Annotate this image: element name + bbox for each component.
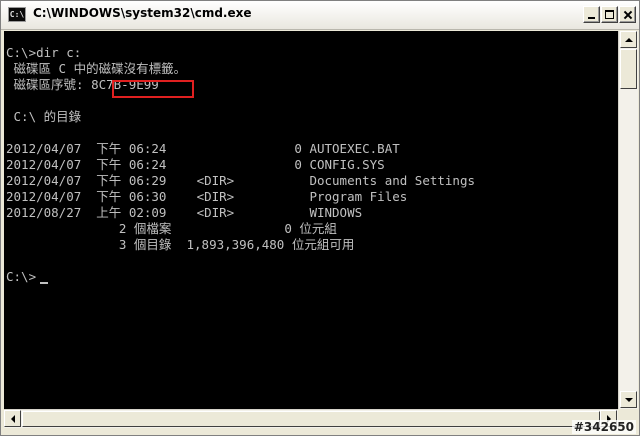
arrow-left-icon	[7, 415, 15, 423]
scroll-left-button[interactable]	[4, 410, 21, 427]
title-bar[interactable]: C:\ C:\WINDOWS\system32\cmd.exe	[1, 1, 639, 30]
minimize-button[interactable]	[583, 6, 600, 23]
console-line: C:\>dir c:	[6, 45, 82, 60]
watermark-label: #342650	[571, 420, 636, 434]
console-line: 磁碟區 C 中的磁碟沒有標籤。	[6, 61, 187, 76]
arrow-down-icon	[625, 398, 633, 406]
scroll-down-button[interactable]	[620, 391, 637, 408]
console-line: 2012/08/27 上午 02:09 <DIR> WINDOWS	[6, 205, 363, 220]
console-line: 2 個檔案 0 位元組	[6, 221, 337, 236]
serial-highlight-box	[112, 80, 194, 98]
window-title: C:\WINDOWS\system32\cmd.exe	[33, 6, 252, 20]
vertical-scroll-thumb[interactable]	[620, 49, 637, 89]
maximize-button[interactable]	[601, 6, 618, 23]
arrow-up-icon	[625, 34, 633, 42]
console-line: C:\ 的目錄	[6, 109, 82, 124]
cmd-icon[interactable]: C:\	[8, 7, 26, 22]
cmd-window: C:\ C:\WINDOWS\system32\cmd.exe C:\>dir …	[0, 0, 640, 436]
console-line: 2012/04/07 下午 06:30 <DIR> Program Files	[6, 189, 408, 204]
horizontal-scrollbar[interactable]	[4, 409, 618, 428]
console-line: 2012/04/07 下午 06:24 0 CONFIG.SYS	[6, 157, 385, 172]
horizontal-scroll-thumb[interactable]	[22, 411, 600, 427]
console-line: 2012/04/07 下午 06:29 <DIR> Documents and …	[6, 173, 476, 188]
prompt-line: C:\>	[6, 269, 37, 284]
console-output[interactable]: C:\>dir c: 磁碟區 C 中的磁碟沒有標籤。 磁碟區序號: 8C7B-9…	[4, 31, 618, 409]
close-button[interactable]	[619, 6, 636, 23]
text-cursor	[40, 282, 48, 284]
console-line: 3 個目錄 1,893,396,480 位元組可用	[6, 237, 355, 252]
vertical-scrollbar[interactable]	[618, 31, 638, 409]
console-line: 2012/04/07 下午 06:24 0 AUTOEXEC.BAT	[6, 141, 400, 156]
scroll-up-button[interactable]	[620, 31, 637, 48]
